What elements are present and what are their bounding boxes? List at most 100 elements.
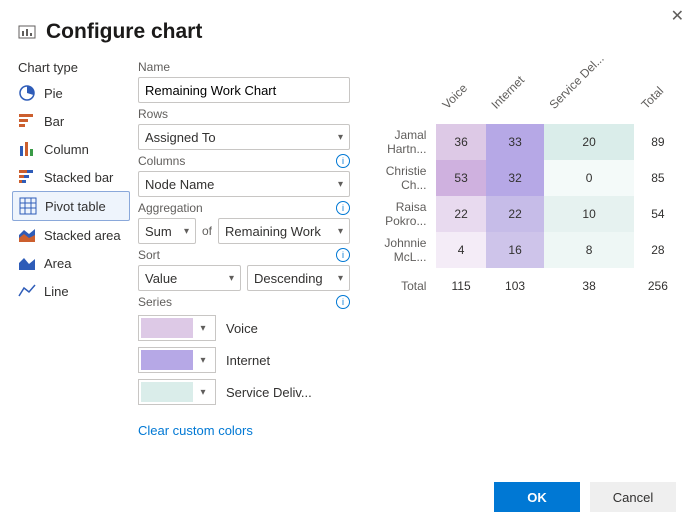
pivot-cell: 0 [544,160,633,196]
chevron-down-icon: ▾ [338,226,343,237]
chevron-down-icon: ▾ [184,226,189,237]
chart-config-icon [18,23,36,41]
clear-custom-colors-link[interactable]: Clear custom colors [138,423,253,438]
sidebar-item-pie[interactable]: Pie [12,79,130,107]
chart-preview: VoiceInternetService Del...TotalJamal Ha… [358,56,682,438]
pivot-cell: 54 [634,196,682,232]
sidebar-item-stacked-bar[interactable]: Stacked bar [12,163,130,191]
sidebar-item-area[interactable]: Area [12,249,130,277]
pivot-col-header: Service Del... [536,51,608,123]
dialog-header: Configure chart [0,0,694,50]
pivot-cell: 115 [436,268,485,304]
pivot-cell: 28 [634,232,682,268]
sidebar-item-stacked-area[interactable]: Stacked area [12,221,130,249]
bar-icon [18,112,36,130]
sidebar-item-line[interactable]: Line [12,277,130,305]
aggregation-field-select[interactable]: Remaining Work ▾ [218,218,350,244]
stacked-area-icon [18,226,36,244]
pivot-cell: 53 [436,160,485,196]
aggregation-of-label: of [202,224,212,238]
series-name: Service Deliv... [226,385,312,400]
pivot-table-icon [19,197,37,215]
stacked-bar-icon [18,168,36,186]
pivot-cell: 16 [486,232,545,268]
chevron-down-icon: ▾ [193,355,213,366]
chevron-down-icon: ▾ [193,323,213,334]
series-row: ▾ Voice [138,315,350,341]
info-icon[interactable]: i [336,201,350,215]
series-row: ▾ Service Deliv... [138,379,350,405]
sidebar-item-label: Area [44,256,71,271]
color-swatch [141,350,193,370]
chevron-down-icon: ▾ [338,273,343,284]
series-name: Voice [226,321,258,336]
dialog-title: Configure chart [46,20,202,44]
sidebar-item-label: Bar [44,114,64,129]
name-label: Name [138,60,350,74]
series-color-select[interactable]: ▾ [138,347,216,373]
info-icon[interactable]: i [336,154,350,168]
sidebar-item-label: Stacked area [44,228,121,243]
sidebar-item-column[interactable]: Column [12,135,130,163]
line-icon [18,282,36,300]
pivot-row-header: Christie Ch... [358,160,436,196]
sidebar-item-label: Pie [44,86,63,101]
pivot-row-header: Raisa Pokro... [358,196,436,232]
pivot-row-header: Johnnie McL... [358,232,436,268]
aggregation-func-select[interactable]: Sum ▾ [138,218,196,244]
chevron-down-icon: ▾ [229,273,234,284]
sidebar-item-pivot-table[interactable]: Pivot table [12,191,130,221]
cancel-button[interactable]: Cancel [590,482,676,512]
chart-type-sidebar: Chart type Pie Bar Column Stacked bar Pi… [12,56,130,438]
pivot-col-header: Total [627,84,666,123]
sort-label: Sort [138,248,160,262]
chevron-down-icon: ▾ [338,179,343,190]
area-icon [18,254,36,272]
chevron-down-icon: ▾ [338,132,343,143]
pivot-cell: 103 [486,268,545,304]
sort-dir-select[interactable]: Descending ▾ [247,265,350,291]
ok-button[interactable]: OK [494,482,580,512]
series-name: Internet [226,353,270,368]
pivot-cell: 33 [486,124,545,160]
config-form: Name Rows Assigned To ▾ Columns i Node Na… [138,56,350,438]
sort-by-select[interactable]: Value ▾ [138,265,241,291]
aggregation-label: Aggregation [138,201,203,215]
pivot-cell: 4 [436,232,485,268]
series-color-select[interactable]: ▾ [138,315,216,341]
dialog-footer: OK Cancel [494,482,676,512]
series-row: ▾ Internet [138,347,350,373]
columns-label: Columns [138,154,185,168]
sidebar-item-label: Line [44,284,69,299]
series-color-select[interactable]: ▾ [138,379,216,405]
info-icon[interactable]: i [336,248,350,262]
rows-select[interactable]: Assigned To ▾ [138,124,350,150]
info-icon[interactable]: i [336,295,350,309]
chevron-down-icon: ▾ [193,387,213,398]
pivot-cell: 22 [486,196,545,232]
series-label: Series [138,295,172,309]
color-swatch [141,382,193,402]
pivot-cell: 22 [436,196,485,232]
color-swatch [141,318,193,338]
pivot-cell: 89 [634,124,682,160]
sidebar-item-label: Pivot table [45,199,106,214]
rows-label: Rows [138,107,168,121]
pivot-row-header: Total [358,268,436,304]
column-icon [18,140,36,158]
pivot-table: VoiceInternetService Del...TotalJamal Ha… [358,74,682,304]
pivot-cell: 20 [544,124,633,160]
sidebar-item-bar[interactable]: Bar [12,107,130,135]
sidebar-item-label: Stacked bar [44,170,113,185]
pivot-cell: 8 [544,232,633,268]
pivot-cell: 38 [544,268,633,304]
name-input[interactable] [138,77,350,103]
pivot-cell: 10 [544,196,633,232]
pivot-cell: 256 [634,268,682,304]
pivot-row-header: Jamal Hartn... [358,124,436,160]
close-icon[interactable]: ✕ [671,6,684,26]
chart-type-heading: Chart type [18,60,130,75]
sidebar-item-label: Column [44,142,89,157]
columns-select[interactable]: Node Name ▾ [138,171,350,197]
pivot-cell: 32 [486,160,545,196]
